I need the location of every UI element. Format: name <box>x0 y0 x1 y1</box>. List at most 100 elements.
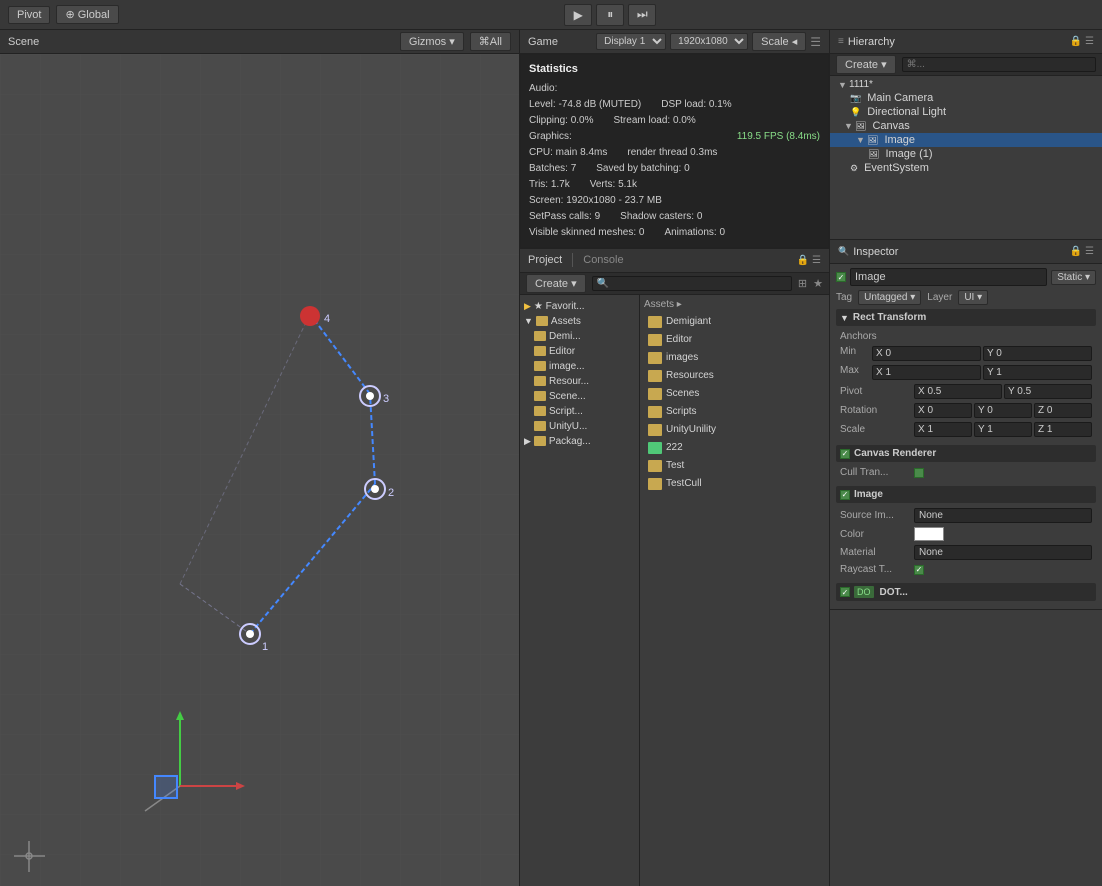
step-button[interactable]: ⏭ <box>628 4 656 26</box>
project-create-button[interactable]: Create ▾ <box>526 274 586 293</box>
graphics-label: Graphics: <box>529 129 572 145</box>
screen-stat: Screen: 1920x1080 - 23.7 MB <box>529 193 820 209</box>
list-item[interactable]: Editor <box>644 332 825 348</box>
hier-item-image[interactable]: ▼ 🖼 Image <box>830 133 1102 147</box>
project-filter[interactable]: ⊞ <box>798 277 807 290</box>
dsp-stat: DSP load: 0.1% <box>661 97 731 113</box>
game-tab[interactable]: Game <box>528 36 558 48</box>
image-section-header[interactable]: ✓ Image <box>836 486 1096 503</box>
source-value[interactable]: None <box>914 508 1092 523</box>
min-x[interactable]: X 0 <box>872 346 981 361</box>
hier-item-image1[interactable]: 🖼 Image (1) <box>830 147 1102 161</box>
list-item[interactable]: Test <box>644 458 825 474</box>
editor-folder-icon <box>534 346 546 356</box>
assets-root-item[interactable]: ▼ Assets <box>520 314 639 329</box>
console-tab[interactable]: Console <box>583 254 623 266</box>
scale-y[interactable]: Y 1 <box>974 422 1032 437</box>
display-select[interactable]: Display 1 <box>596 33 666 50</box>
max-y[interactable]: Y 1 <box>983 365 1092 380</box>
dotween-header[interactable]: ✓ DO DOT... <box>836 583 1096 601</box>
image1-label: Image (1) <box>885 148 932 160</box>
active-checkbox[interactable]: ✓ <box>836 272 846 282</box>
packages-tree-item[interactable]: ▶ Packag... <box>520 434 639 449</box>
list-item[interactable]: 222 <box>644 440 825 456</box>
list-item[interactable]: TestCull <box>644 476 825 492</box>
images-tree-item[interactable]: image... <box>520 359 639 374</box>
hier-item-dir-light[interactable]: 💡 Directional Light <box>830 105 1102 119</box>
hierarchy-search-input[interactable] <box>902 57 1096 72</box>
cull-checkbox[interactable] <box>914 468 924 478</box>
image-checkbox[interactable]: ✓ <box>840 490 850 500</box>
play-button[interactable]: ▶ <box>564 4 592 26</box>
editor-tree-item[interactable]: Editor <box>520 344 639 359</box>
rect-transform-header[interactable]: ▼ Rect Transform <box>836 309 1096 326</box>
scale-z[interactable]: Z 1 <box>1034 422 1092 437</box>
canvas-renderer-checkbox[interactable]: ✓ <box>840 449 850 459</box>
hierarchy-menu[interactable]: ☰ <box>1085 36 1094 47</box>
project-menu[interactable]: ☰ <box>812 255 821 266</box>
list-item[interactable]: UnityUnility <box>644 422 825 438</box>
pivot-x[interactable]: X 0.5 <box>914 384 1002 399</box>
pivot-y[interactable]: Y 0.5 <box>1004 384 1092 399</box>
project-tab[interactable]: Project <box>528 254 562 266</box>
inspector-lock[interactable]: 🔒 <box>1070 246 1082 257</box>
anchor-max-row: Max X 1 Y 1 <box>836 363 1096 382</box>
static-button[interactable]: Static ▾ <box>1051 270 1096 285</box>
dotween-checkbox[interactable]: ✓ <box>840 587 850 597</box>
scale-button[interactable]: Scale ◂ <box>752 32 806 51</box>
tag-value[interactable]: Untagged ▾ <box>858 290 921 305</box>
all-button[interactable]: ⌘All <box>470 32 511 51</box>
list-item[interactable]: images <box>644 350 825 366</box>
scene-viewport[interactable]: 1 2 3 4 <box>0 54 519 886</box>
anchor-min-row: Min X 0 Y 0 <box>836 344 1096 363</box>
raycast-checkbox[interactable]: ✓ <box>914 565 924 575</box>
hierarchy-lock[interactable]: 🔒 <box>1070 36 1082 47</box>
item-label: Test <box>666 460 684 471</box>
project-star[interactable]: ★ <box>813 277 823 290</box>
project-search-input[interactable] <box>592 276 792 291</box>
favorites-item[interactable]: ▶ ★ Favorit... <box>520 299 639 314</box>
rot-y[interactable]: Y 0 <box>974 403 1032 418</box>
rot-z[interactable]: Z 0 <box>1034 403 1092 418</box>
list-item[interactable]: Demigiant <box>644 314 825 330</box>
project-lock[interactable]: 🔒 <box>797 255 809 266</box>
gizmos-button[interactable]: Gizmos ▾ <box>400 32 464 51</box>
material-value[interactable]: None <box>914 545 1092 560</box>
main-layout: Scene Gizmos ▾ ⌘All <box>0 30 1102 886</box>
min-y[interactable]: Y 0 <box>983 346 1092 361</box>
global-button[interactable]: ⊕ Global <box>56 5 118 24</box>
hier-item-main-camera[interactable]: 📷 Main Camera <box>830 91 1102 105</box>
scale-x[interactable]: X 1 <box>914 422 972 437</box>
resources-tree-item[interactable]: Resour... <box>520 374 639 389</box>
list-item[interactable]: Scenes <box>644 386 825 402</box>
raycast-label: Raycast T... <box>840 564 910 575</box>
max-x[interactable]: X 1 <box>872 365 981 380</box>
hier-item-canvas[interactable]: ▼ 🖼 Canvas <box>830 119 1102 133</box>
layer-value[interactable]: UI ▾ <box>958 290 988 305</box>
tag-label: Tag <box>836 292 852 303</box>
pivot-button[interactable]: Pivot <box>8 6 50 24</box>
rot-x[interactable]: X 0 <box>914 403 972 418</box>
game-panel-menu[interactable]: ☰ <box>810 35 821 49</box>
color-swatch[interactable] <box>914 527 944 541</box>
demigiant-tree-item[interactable]: Demi... <box>520 329 639 344</box>
inspector-icon: 🔍 <box>838 246 849 257</box>
pivot-values: X 0.5 Y 0.5 <box>914 384 1092 399</box>
game-panel-header: Game Display 1 1920x1080 Scale ◂ ☰ <box>520 30 829 54</box>
scenes-tree-item[interactable]: Scene... <box>520 389 639 404</box>
hier-item-eventsystem[interactable]: ⚙ EventSystem <box>830 161 1102 175</box>
object-name-input[interactable] <box>850 268 1047 286</box>
list-item[interactable]: Resources <box>644 368 825 384</box>
inspector-menu[interactable]: ☰ <box>1085 246 1094 257</box>
scripts-tree-item[interactable]: Script... <box>520 404 639 419</box>
hier-item-root[interactable]: ▼ 1111* <box>830 78 1102 91</box>
list-item[interactable]: Scripts <box>644 404 825 420</box>
corner-cross <box>12 839 47 874</box>
canvas-label: Canvas <box>872 120 909 132</box>
pause-button[interactable]: ⏸ <box>596 4 624 26</box>
hierarchy-create-button[interactable]: Create ▾ <box>836 55 896 74</box>
scene-tab[interactable]: Scene <box>8 36 39 48</box>
unityutility-tree-item[interactable]: UnityU... <box>520 419 639 434</box>
canvas-renderer-header[interactable]: ✓ Canvas Renderer <box>836 445 1096 462</box>
resolution-select[interactable]: 1920x1080 <box>670 33 748 50</box>
